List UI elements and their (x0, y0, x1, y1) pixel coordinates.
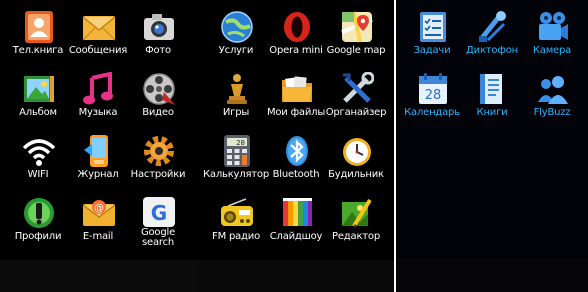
home-screen-3: Задачи Диктофон Камера 28 Календарь Книг… (396, 0, 588, 292)
app-google-map[interactable]: Google map (324, 6, 388, 68)
music-note-icon (82, 72, 116, 106)
books-icon (476, 72, 510, 106)
app-services[interactable]: Услуги (204, 6, 268, 68)
app-profiles[interactable]: Профили (6, 192, 70, 254)
flybuzz-icon (536, 72, 570, 106)
app-label: Настройки (130, 169, 186, 180)
bluetooth-icon (280, 134, 314, 168)
app-google-search[interactable]: G Google search (126, 192, 190, 254)
app-contacts[interactable]: Тел.книга (6, 6, 70, 68)
envelope-icon (82, 10, 116, 44)
call-log-icon (82, 134, 116, 168)
app-slideshow[interactable]: Слайдшоу (264, 192, 328, 254)
app-album[interactable]: Альбом (6, 68, 70, 130)
app-organizer[interactable]: Органайзер (324, 68, 388, 130)
film-reel-icon (142, 72, 176, 106)
calendar-icon: 28 (416, 72, 450, 106)
map-icon (340, 10, 374, 44)
email-icon: @ (82, 196, 116, 230)
app-opera-mini[interactable]: Opera mini (264, 6, 328, 68)
bottom-bar (0, 260, 198, 292)
app-label-line: search (141, 237, 175, 248)
app-photo-editor[interactable]: Редактор (324, 192, 388, 254)
app-photo[interactable]: Фото (126, 6, 190, 68)
alarm-clock-icon (340, 134, 374, 168)
app-label: FlyBuzz (533, 107, 571, 118)
app-flybuzz[interactable]: FlyBuzz (520, 68, 584, 130)
svg-text:G: G (151, 201, 167, 225)
app-label: Google map (326, 45, 386, 56)
app-fm-radio[interactable]: FM радио (204, 192, 268, 254)
contacts-icon (22, 10, 56, 44)
app-camera[interactable]: Камера (520, 6, 584, 68)
slideshow-icon (280, 196, 314, 230)
tasks-icon (416, 10, 450, 44)
profiles-icon (22, 196, 56, 230)
app-music[interactable]: Музыка (66, 68, 130, 130)
app-tasks[interactable]: Задачи (400, 6, 464, 68)
calc-display-text: 28 (236, 139, 245, 147)
app-label: Камера (532, 45, 572, 56)
app-my-files[interactable]: Мои файлы (264, 68, 328, 130)
app-calendar[interactable]: 28 Календарь (400, 68, 464, 130)
calendar-day-text: 28 (425, 88, 442, 103)
app-label: Органайзер (325, 107, 387, 118)
app-label: Google search (120, 228, 196, 248)
camera-photo-icon (142, 10, 176, 44)
chess-piece-icon (220, 72, 254, 106)
folder-icon (280, 72, 314, 106)
app-label: Будильник (328, 169, 384, 180)
opera-icon (280, 10, 314, 44)
app-wifi[interactable]: WIFI (6, 130, 70, 192)
recorder-icon (476, 10, 510, 44)
wifi-icon (22, 134, 56, 168)
app-games[interactable]: Игры (204, 68, 268, 130)
app-books[interactable]: Книги (460, 68, 524, 130)
calculator-icon: 28 (220, 134, 254, 168)
photo-album-icon (22, 72, 56, 106)
home-screen-2: Услуги Opera mini Google map Игры Мои фа… (198, 0, 394, 292)
gear-icon (142, 134, 176, 168)
bottom-bar (198, 260, 394, 292)
photo-editor-icon (340, 196, 374, 230)
bottom-bar (396, 258, 588, 292)
google-search-icon: G (142, 196, 176, 230)
app-label: Редактор (332, 231, 380, 242)
app-label: Видео (142, 107, 174, 118)
app-alarm-clock[interactable]: Будильник (324, 130, 388, 192)
radio-icon (220, 196, 254, 230)
app-messages[interactable]: Сообщения (66, 6, 130, 68)
app-bluetooth[interactable]: Bluetooth (264, 130, 328, 192)
camera-icon (536, 10, 570, 44)
app-calculator[interactable]: 28 Калькулятор (203, 130, 269, 192)
app-call-log[interactable]: Журнал (66, 130, 130, 192)
app-settings[interactable]: Настройки (126, 130, 190, 192)
home-screen-1: Тел.книга Сообщения Фото Альбом Музыка В… (0, 0, 198, 292)
svg-text:@: @ (94, 203, 104, 214)
tools-icon (340, 72, 374, 106)
app-video[interactable]: Видео (126, 68, 190, 130)
globe-services-icon (220, 10, 254, 44)
app-recorder[interactable]: Диктофон (460, 6, 524, 68)
app-label: Фото (145, 45, 171, 56)
